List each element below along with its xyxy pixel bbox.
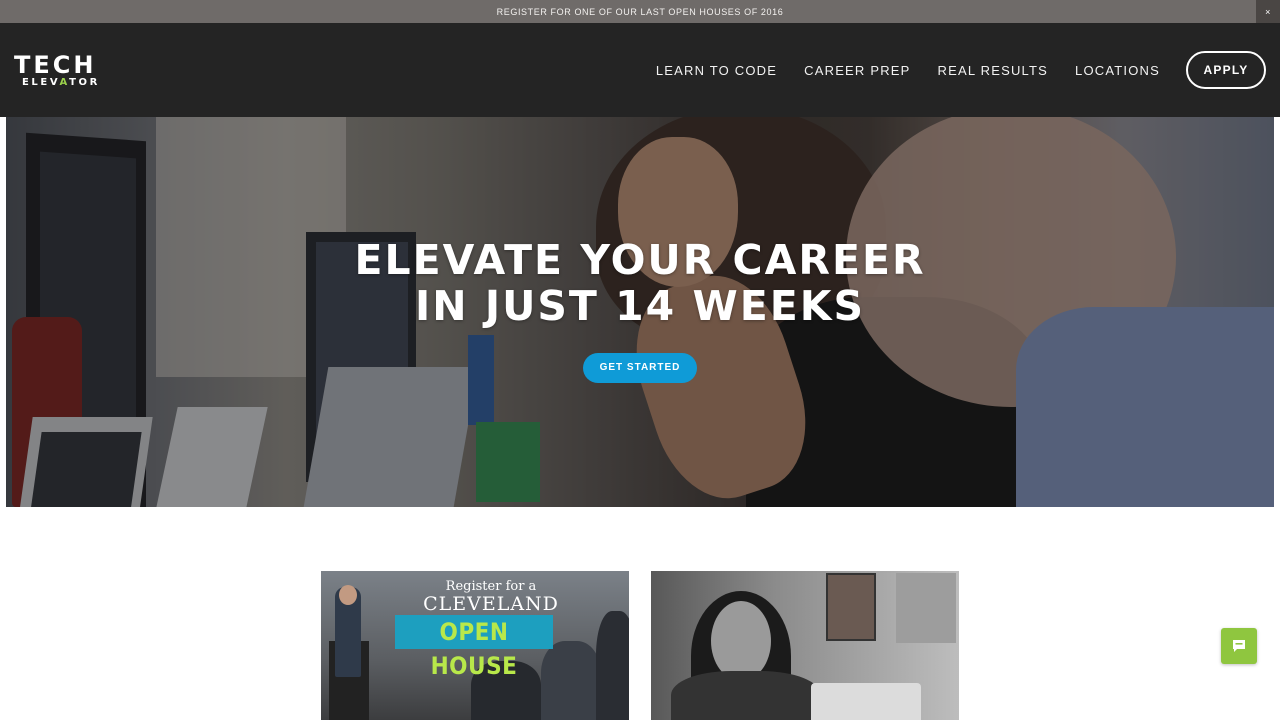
card-photo-wall-frame <box>826 573 876 641</box>
chat-bubble-icon <box>1233 640 1245 652</box>
tech-elevator-logo[interactable]: TECH ELEVATOR <box>14 53 124 93</box>
chat-button[interactable] <box>1221 628 1257 664</box>
logo-elevator-part1: ELEV <box>22 77 60 88</box>
feature-cards: Register for a CLEVELAND OPEN HOUSE <box>321 571 959 720</box>
nav-real-results[interactable]: REAL RESULTS <box>938 63 1049 78</box>
card-register-text: Register for a <box>445 579 537 594</box>
card-photo-speaker-head <box>339 585 357 605</box>
logo-word-tech: TECH <box>14 51 97 79</box>
main-nav: LEARN TO CODE CAREER PREP REAL RESULTS L… <box>629 23 1160 117</box>
card-city-text: CLEVELAND <box>423 593 559 615</box>
logo-word-elevator: ELEVATOR <box>22 77 124 89</box>
announcement-text[interactable]: REGISTER FOR ONE OF OUR LAST OPEN HOUSES… <box>497 7 784 17</box>
hero-title-line-1: ELEVATE YOUR CAREER <box>354 236 926 284</box>
announcement-bar[interactable]: REGISTER FOR ONE OF OUR LAST OPEN HOUSES… <box>0 0 1280 23</box>
hero-title: ELEVATE YOUR CAREER IN JUST 14 WEEKS <box>6 237 1274 329</box>
card-photo-laptop <box>811 683 921 720</box>
logo-elevator-accent: A <box>59 77 70 88</box>
close-icon: × <box>1265 6 1271 17</box>
apply-button[interactable]: APPLY <box>1186 51 1266 89</box>
hero-content: ELEVATE YOUR CAREER IN JUST 14 WEEKS GET… <box>6 237 1274 383</box>
card-photo-woman-body <box>671 671 821 720</box>
card-open-house-label: OPEN HOUSE <box>395 615 553 680</box>
get-started-button[interactable]: GET STARTED <box>583 353 697 383</box>
logo-elevator-part2: TOR <box>69 77 100 88</box>
open-house-card[interactable]: Register for a CLEVELAND OPEN HOUSE <box>321 571 629 720</box>
hero-section: ELEVATE YOUR CAREER IN JUST 14 WEEKS GET… <box>6 117 1274 507</box>
site-header: TECH ELEVATOR LEARN TO CODE CAREER PREP … <box>0 23 1280 117</box>
card-photo-woman-face <box>711 601 771 681</box>
card-photo-wall-board <box>896 573 956 643</box>
nav-locations[interactable]: LOCATIONS <box>1075 63 1160 78</box>
card-photo-audience-3 <box>596 611 629 720</box>
hero-title-line-2: IN JUST 14 WEEKS <box>414 282 866 330</box>
student-story-card[interactable] <box>651 571 959 720</box>
card-photo-audience-2 <box>541 641 601 720</box>
nav-career-prep[interactable]: CAREER PREP <box>804 63 910 78</box>
nav-learn-to-code[interactable]: LEARN TO CODE <box>656 63 777 78</box>
announcement-close-button[interactable]: × <box>1256 0 1280 23</box>
